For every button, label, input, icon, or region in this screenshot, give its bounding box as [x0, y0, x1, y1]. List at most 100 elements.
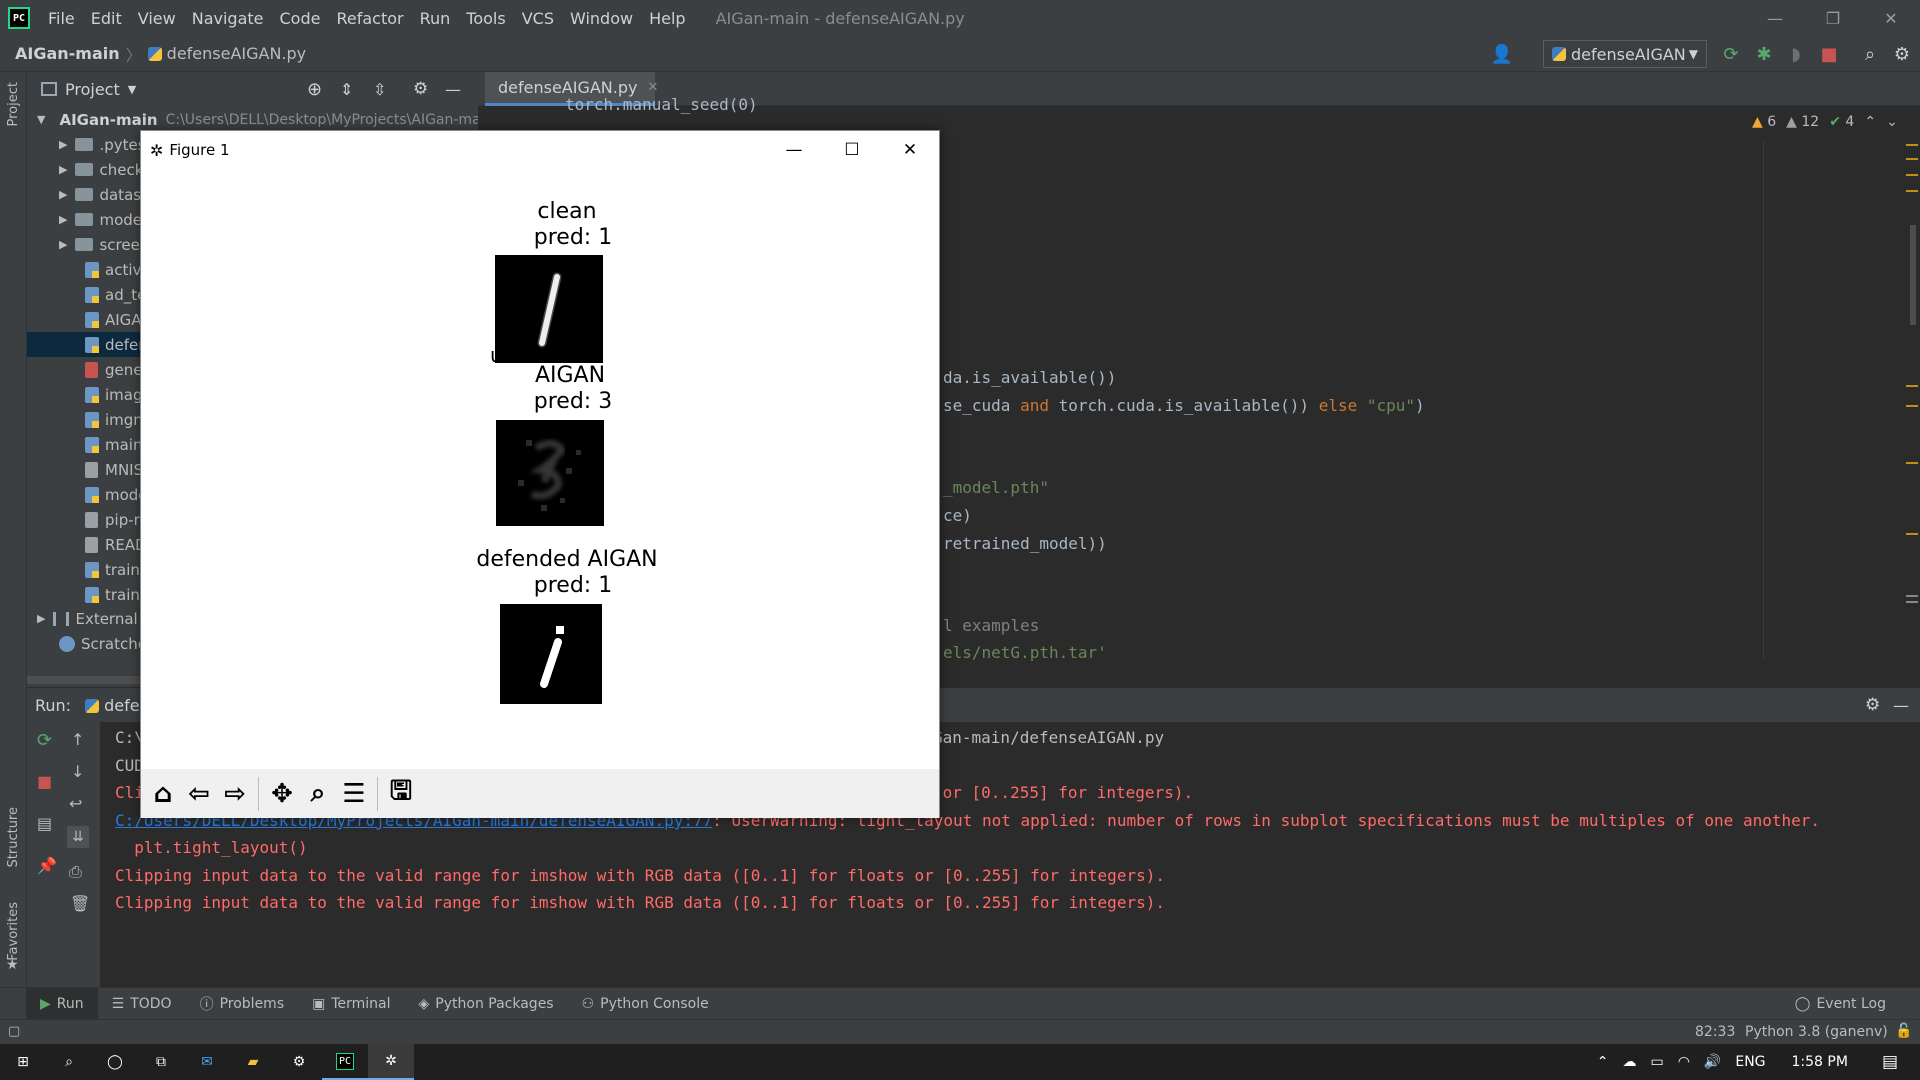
code-line[interactable]: els/netG.pth.tar' [943, 643, 1107, 661]
debug-icon[interactable]: ✱ [1752, 42, 1776, 66]
pan-icon[interactable]: ✥ [264, 775, 300, 813]
steam-icon[interactable]: ⚙ [276, 1044, 322, 1080]
trash-icon[interactable]: 🗑 [70, 894, 90, 913]
chevron-down-icon[interactable]: ▼ [128, 83, 136, 96]
menu-edit[interactable]: Edit [83, 9, 130, 28]
back-arrow-icon[interactable]: ⇦ [181, 775, 217, 813]
search-icon[interactable]: ⌕ [46, 1044, 92, 1080]
collapse-all-icon[interactable]: ⇳ [373, 80, 386, 99]
error-stripe[interactable] [1906, 140, 1920, 660]
hide-panel-icon[interactable]: — [445, 80, 461, 99]
inspection-widget[interactable]: ▲ 6 ▲ 12 ✔ 4 ⌃ ⌄ [1752, 114, 1898, 130]
run-tab[interactable]: defe [85, 696, 140, 715]
expand-all-icon[interactable]: ⇕ [340, 80, 353, 99]
volume-icon[interactable]: 🔊 [1704, 1054, 1721, 1070]
breadcrumb-file[interactable]: defenseAIGAN.py [147, 44, 306, 63]
code-line[interactable]: da.is_available()) [943, 368, 1116, 387]
editor-scrollbar-thumb[interactable] [1910, 225, 1916, 325]
matplotlib-taskbar-icon[interactable]: ✲ [368, 1044, 414, 1080]
home-icon[interactable]: ⌂ [145, 775, 181, 813]
code-line[interactable]: retrained_model)) [943, 534, 1107, 553]
scroll-to-end-icon[interactable]: ⇊ [67, 826, 89, 848]
arrow-up-icon[interactable]: ↑ [71, 730, 84, 749]
code-line[interactable]: se_cuda and torch.cuda.is_available()) e… [943, 396, 1425, 415]
tray-chevron-up-icon[interactable]: ⌃ [1597, 1054, 1609, 1070]
menu-code[interactable]: Code [272, 9, 329, 28]
menu-view[interactable]: View [130, 9, 184, 28]
menu-refactor[interactable]: Refactor [328, 9, 411, 28]
search-icon[interactable]: ⌕ [1858, 42, 1882, 66]
stop-icon[interactable]: ■ [1817, 42, 1841, 66]
coverage-icon[interactable]: ◗ [1784, 42, 1808, 66]
configure-subplots-icon[interactable]: ☰ [336, 775, 372, 813]
onedrive-icon[interactable]: ☁ [1622, 1054, 1636, 1070]
figure-close-button[interactable]: ✕ [881, 131, 939, 169]
interpreter[interactable]: Python 3.8 (ganenv) [1745, 1024, 1888, 1040]
locate-icon[interactable]: ⊕ [307, 79, 322, 100]
favorites-tool-tab[interactable]: Favorites [6, 902, 21, 961]
hide-panel-icon[interactable]: — [1893, 696, 1909, 715]
mail-icon[interactable]: ✉ [184, 1044, 230, 1080]
tool-tab-problems[interactable]: ⓘ Problems [186, 988, 299, 1020]
file-explorer-icon[interactable]: ▰ [230, 1044, 276, 1080]
code-line[interactable]: torch.manual_seed(0) [565, 95, 758, 114]
zoom-icon[interactable]: ⌕ [300, 775, 336, 813]
code-line[interactable]: ce) [943, 506, 972, 525]
figure-minimize-button[interactable]: — [765, 131, 823, 169]
menu-help[interactable]: Help [641, 9, 693, 28]
breadcrumb-project[interactable]: AIGan-main [15, 44, 120, 63]
project-panel-title[interactable]: Project [65, 80, 120, 99]
gear-icon[interactable]: ⚙ [1865, 695, 1880, 715]
rerun-icon[interactable]: ⟳ [1719, 42, 1743, 66]
layout-toggle-icon[interactable]: ▢ [8, 1024, 20, 1039]
user-icon[interactable]: 👤 [1490, 42, 1514, 66]
language-indicator[interactable]: ENG [1735, 1054, 1765, 1070]
arrow-down-icon[interactable]: ↓ [71, 762, 84, 781]
tree-root[interactable]: ▼ AIGan-main C:\Users\DELL\Desktop\MyPro… [27, 107, 478, 132]
project-tool-tab[interactable]: Project [6, 82, 21, 126]
close-tab-icon[interactable]: ✕ [647, 80, 658, 95]
menu-file[interactable]: File [40, 9, 83, 28]
run-configuration-select[interactable]: defenseAIGAN ▼ [1543, 40, 1707, 68]
menu-window[interactable]: Window [562, 9, 641, 28]
chevron-down-icon[interactable]: ⌄ [1886, 114, 1898, 130]
battery-icon[interactable]: ▭ [1650, 1054, 1663, 1070]
menu-run[interactable]: Run [412, 9, 459, 28]
lock-icon[interactable]: 🔓 [1895, 1023, 1912, 1039]
tool-tab-python-console[interactable]: ⚇ Python Console [568, 988, 723, 1020]
code-line[interactable]: l examples [943, 616, 1039, 635]
event-log-button[interactable]: ◯ Event Log [1781, 988, 1900, 1020]
pin-icon[interactable]: 📌 [37, 856, 57, 875]
tool-tab-run[interactable]: ▶ Run [26, 987, 98, 1020]
save-icon[interactable]: 🖫 [383, 775, 419, 813]
menu-navigate[interactable]: Navigate [184, 9, 272, 28]
tool-tab-python-packages[interactable]: ◈ Python Packages [405, 988, 568, 1020]
figure-maximize-button[interactable]: ☐ [823, 131, 881, 169]
stop-icon[interactable]: ■ [37, 772, 52, 791]
pycharm-taskbar-icon[interactable]: PC [322, 1044, 368, 1080]
layout-icon[interactable]: ▤ [37, 814, 52, 833]
structure-tool-tab[interactable]: Structure [6, 807, 21, 867]
close-button[interactable]: ✕ [1862, 0, 1920, 36]
chevron-up-icon[interactable]: ⌃ [1864, 114, 1876, 130]
wifi-icon[interactable]: ◠ [1678, 1054, 1690, 1070]
gear-icon[interactable]: ⚙ [413, 79, 428, 99]
cortana-icon[interactable]: ◯ [92, 1044, 138, 1080]
code-line[interactable]: _model.pth" [943, 478, 1049, 497]
minimize-button[interactable]: — [1746, 0, 1804, 36]
gear-icon[interactable]: ⚙ [1890, 42, 1914, 66]
clock[interactable]: 1:58 PM [1792, 1054, 1848, 1070]
print-icon[interactable]: ⎙ [69, 862, 82, 882]
forward-arrow-icon[interactable]: ⇨ [217, 775, 253, 813]
restore-button[interactable]: ❐ [1804, 0, 1862, 36]
caret-position[interactable]: 82:33 [1695, 1024, 1735, 1040]
soft-wrap-icon[interactable]: ↩ [69, 794, 82, 813]
tool-tab-terminal[interactable]: ▣ Terminal [298, 988, 404, 1020]
tool-tab-todo[interactable]: ☰ TODO [98, 988, 186, 1020]
task-view-icon[interactable]: ⧉ [138, 1044, 184, 1080]
menu-tools[interactable]: Tools [458, 9, 513, 28]
menu-vcs[interactable]: VCS [514, 9, 562, 28]
windows-start-icon[interactable]: ⊞ [0, 1044, 46, 1080]
notification-icon[interactable]: ▤ [1882, 1052, 1898, 1072]
rerun-icon[interactable]: ⟳ [37, 730, 52, 751]
